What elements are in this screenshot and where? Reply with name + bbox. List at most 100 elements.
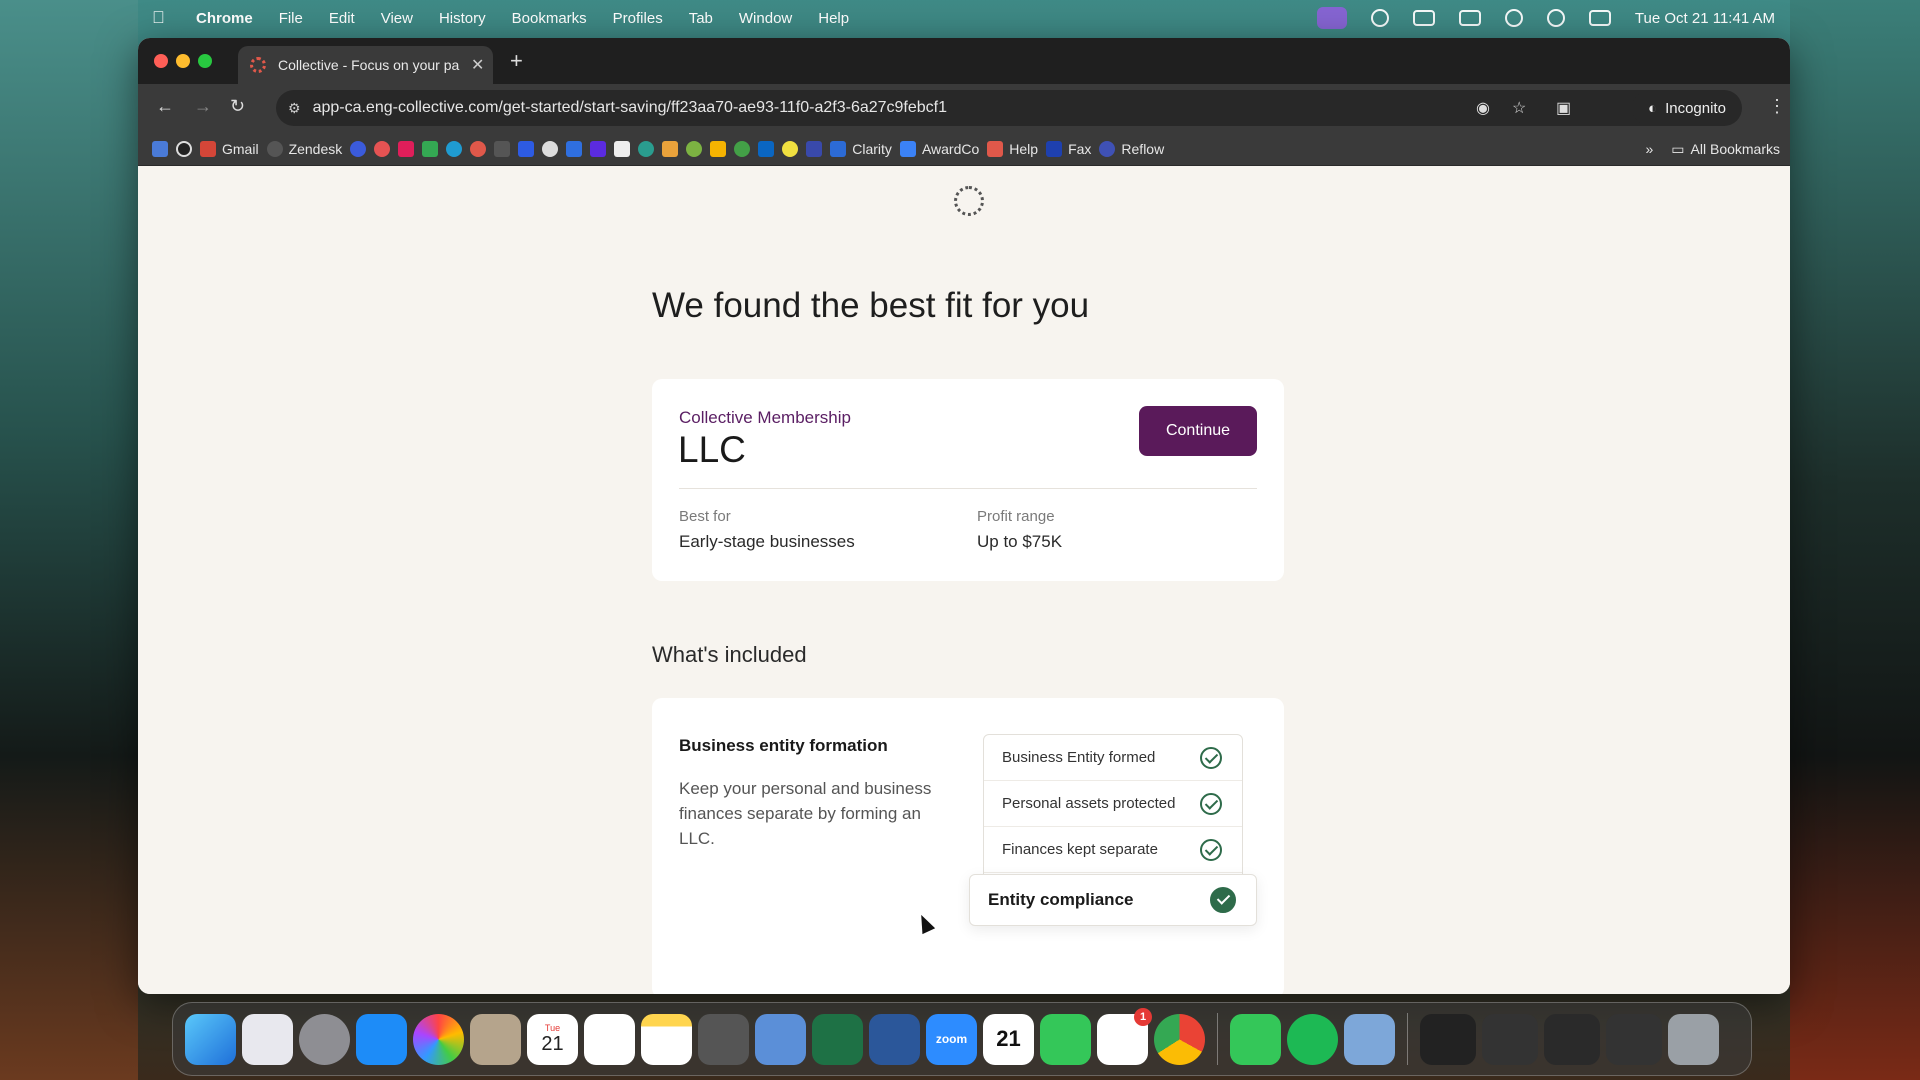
menu-app-name[interactable]: Chrome	[196, 10, 253, 27]
bookmark-icon[interactable]	[806, 140, 823, 157]
bookmark-icon[interactable]	[494, 140, 511, 157]
bookmark-icon[interactable]	[566, 140, 583, 157]
menu-help[interactable]: Help	[818, 10, 849, 27]
salesforce-bookmark-icon[interactable]	[446, 140, 463, 157]
spotify-icon[interactable]	[1287, 1013, 1338, 1065]
minimized-window-icon[interactable]	[1482, 1013, 1538, 1065]
minimized-window-icon[interactable]	[1544, 1013, 1600, 1065]
google-drive-bookmark-icon[interactable]	[422, 140, 439, 157]
calculator-icon[interactable]	[698, 1013, 749, 1065]
bookmark-zendesk[interactable]: Zendesk	[266, 140, 342, 157]
side-panel-icon[interactable]: ▣	[1556, 98, 1571, 118]
menu-tab[interactable]: Tab	[689, 10, 713, 27]
linkedin-bookmark-icon[interactable]	[758, 140, 775, 157]
zoom-app-icon[interactable]: zoom	[926, 1013, 977, 1065]
wallpaper-right	[1790, 0, 1920, 1080]
asana-bookmark-icon[interactable]	[374, 140, 391, 157]
zoom-window-button[interactable]	[198, 54, 212, 68]
reload-icon[interactable]: ↻	[230, 96, 245, 117]
slack-icon[interactable]: 1	[1097, 1007, 1152, 1065]
eye-off-icon[interactable]: ◉	[1476, 98, 1490, 118]
minimize-window-button[interactable]	[176, 54, 190, 68]
bookmark-icon[interactable]	[638, 140, 655, 157]
bookmark-icon[interactable]	[686, 140, 703, 157]
minimized-window-icon[interactable]	[1606, 1013, 1662, 1065]
contacts-icon[interactable]	[470, 1013, 521, 1065]
word-icon[interactable]	[869, 1013, 920, 1065]
bookmark-icon[interactable]	[350, 140, 367, 157]
bookmark-fax[interactable]: Fax	[1046, 140, 1091, 157]
menu-view[interactable]: View	[381, 10, 413, 27]
preview-icon[interactable]	[755, 1013, 806, 1065]
notes-icon[interactable]	[641, 1013, 692, 1065]
facetime-icon[interactable]	[1040, 1013, 1091, 1065]
bookmark-icon[interactable]	[542, 140, 559, 157]
awardco-icon	[899, 140, 916, 157]
bookmark-icon[interactable]	[782, 140, 799, 157]
trash-icon[interactable]	[1668, 1013, 1719, 1065]
bookmark-reflow[interactable]: Reflow	[1099, 140, 1164, 157]
forward-icon[interactable]: →	[194, 96, 212, 117]
system-settings-icon[interactable]	[299, 1013, 350, 1065]
launchpad-icon[interactable]	[242, 1013, 293, 1065]
bookmark-icon[interactable]	[518, 140, 535, 157]
app-store-icon[interactable]	[356, 1013, 407, 1065]
continue-button[interactable]: Continue	[1139, 406, 1257, 456]
menu-edit[interactable]: Edit	[329, 10, 355, 27]
photos-icon[interactable]	[413, 1013, 464, 1065]
calendar-icon[interactable]: Tue 21	[527, 1013, 578, 1065]
menu-file[interactable]: File	[279, 10, 303, 27]
chrome-icon[interactable]	[1154, 1013, 1205, 1065]
site-settings-icon[interactable]: ⚙	[288, 100, 301, 117]
finder-icon[interactable]	[185, 1013, 236, 1065]
reminders-icon[interactable]	[584, 1013, 635, 1065]
menu-history[interactable]: History	[439, 10, 486, 27]
bookmark-clarity[interactable]: Clarity	[830, 140, 892, 157]
wifi-icon[interactable]	[1504, 9, 1523, 27]
menu-bookmarks[interactable]: Bookmarks	[512, 10, 587, 27]
spotlight-search-icon[interactable]	[1546, 9, 1565, 27]
collective-bookmark-icon[interactable]	[470, 140, 487, 157]
feature-title: Business entity formation	[679, 736, 888, 755]
close-tab-icon[interactable]: ✕	[471, 55, 484, 75]
menubar-clock[interactable]: Tue Oct 21 11:41 AM	[1635, 10, 1775, 27]
back-icon[interactable]: ←	[156, 96, 174, 117]
app-icon[interactable]	[1344, 1013, 1395, 1065]
play-icon[interactable]	[1370, 9, 1389, 27]
bookmark-help[interactable]: Help	[987, 140, 1038, 157]
slack-bookmark-icon[interactable]	[398, 140, 415, 157]
screen-mirroring-icon[interactable]	[1412, 10, 1435, 26]
bookmark-icon[interactable]	[614, 140, 631, 157]
screen-recording-icon[interactable]	[1316, 7, 1347, 29]
chrome-menu-icon[interactable]: ⋮	[1768, 96, 1786, 117]
collective-logo-icon[interactable]	[954, 186, 984, 216]
menu-profiles[interactable]: Profiles	[613, 10, 663, 27]
menu-window[interactable]: Window	[739, 10, 792, 27]
close-window-button[interactable]	[154, 54, 168, 68]
bookmark-icon[interactable]	[734, 140, 751, 157]
notification-badge: 1	[1134, 1007, 1152, 1026]
messages-icon[interactable]	[1230, 1013, 1281, 1065]
battery-icon[interactable]	[1458, 10, 1481, 26]
excel-icon[interactable]	[812, 1013, 863, 1065]
all-bookmarks-folder[interactable]: ▭ All Bookmarks	[1671, 141, 1780, 158]
url-text[interactable]: app-ca.eng-collective.com/get-started/st…	[313, 99, 947, 117]
bookmark-awardco[interactable]: AwardCo	[899, 140, 979, 157]
calendar-bookmark-icon[interactable]	[152, 140, 168, 157]
bookmark-gmail[interactable]: Gmail	[200, 140, 259, 157]
minimized-window-icon[interactable]	[1420, 1013, 1476, 1065]
calendar-alt-icon[interactable]: 21	[983, 1013, 1034, 1065]
apple-icon[interactable]: 	[152, 9, 170, 27]
bookmark-star-icon[interactable]: ☆	[1512, 98, 1526, 118]
address-bar[interactable]: ⚙ app-ca.eng-collective.com/get-started/…	[276, 90, 1686, 126]
bookmark-icon[interactable]	[590, 140, 607, 157]
incognito-badge[interactable]: ◐ Incognito	[1632, 90, 1742, 126]
new-tab-icon[interactable]: +	[510, 48, 523, 74]
more-bookmarks-icon[interactable]: »	[1646, 141, 1654, 157]
control-center-icon[interactable]	[1588, 10, 1611, 26]
tab-collective[interactable]: Collective - Focus on your pa ✕	[238, 46, 493, 84]
onepassword-bookmark-icon[interactable]	[176, 140, 192, 157]
reflow-icon	[1099, 140, 1116, 157]
bookmark-icon[interactable]	[710, 140, 727, 157]
bookmark-icon[interactable]	[662, 140, 679, 157]
